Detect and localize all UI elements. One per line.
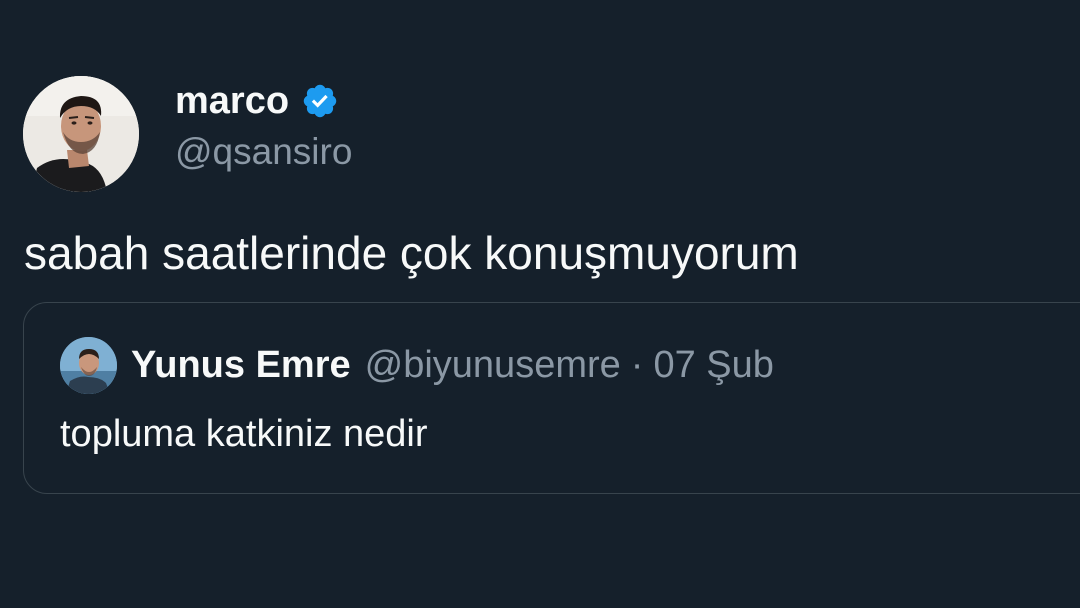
tweet-text: sabah saatlerinde çok konuşmuyorum (24, 227, 799, 279)
author-handle[interactable]: @qsansiro (175, 131, 352, 173)
verified-badge-icon[interactable] (301, 82, 339, 120)
author-name-row: marco (175, 78, 339, 124)
author-avatar[interactable] (23, 76, 139, 192)
quoted-author-avatar[interactable] (60, 336, 117, 394)
quoted-author-name[interactable]: Yunus Emre (131, 344, 351, 387)
dot-separator: · (630, 343, 644, 386)
tweet[interactable]: marco @qsansiro sabah saatlerinde çok ko… (0, 0, 1080, 608)
author-name[interactable]: marco (175, 80, 289, 123)
quoted-tweet-header: Yunus Emre @biyunusemre · 07 Şub (60, 335, 774, 395)
quoted-tweet-text: topluma katkiniz nedir (60, 413, 428, 455)
quoted-tweet-date[interactable]: 07 Şub (653, 344, 773, 387)
quoted-tweet-card[interactable]: Yunus Emre @biyunusemre · 07 Şub topluma… (23, 302, 1080, 494)
quoted-author-handle[interactable]: @biyunusemre (365, 344, 621, 387)
